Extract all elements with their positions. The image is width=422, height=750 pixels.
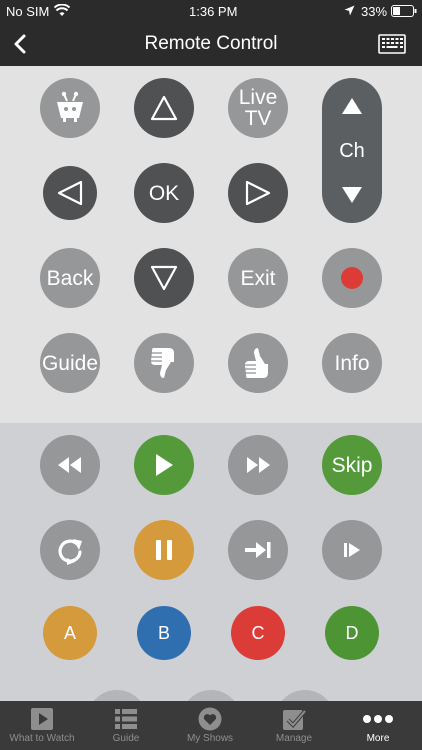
- advance-icon: [245, 542, 271, 558]
- live-tv-button[interactable]: Live TV: [228, 78, 288, 138]
- record-button[interactable]: [322, 248, 382, 308]
- guide-button[interactable]: Guide: [40, 333, 100, 393]
- slow-motion-button[interactable]: [322, 520, 382, 580]
- check-box-icon: [283, 709, 306, 730]
- tab-label: Manage: [275, 733, 313, 744]
- tab-label: My Shows: [186, 733, 234, 744]
- more-dots-icon: [363, 715, 393, 723]
- tab-bar: What to Watch Guide My Shows Manage More: [0, 701, 422, 750]
- tab-more[interactable]: More: [336, 701, 420, 750]
- status-bar: No SIM 1:36 PM 33%: [0, 0, 422, 22]
- tab-label: More: [366, 733, 390, 744]
- battery-percent: 33%: [361, 4, 388, 19]
- tab-guide[interactable]: Guide: [84, 701, 168, 750]
- ok-button[interactable]: OK: [134, 163, 194, 223]
- play-button[interactable]: [134, 435, 194, 495]
- fast-forward-button[interactable]: [228, 435, 288, 495]
- nav-header: Remote Control: [0, 22, 422, 66]
- advance-button[interactable]: [228, 520, 288, 580]
- heart-icon: [198, 707, 222, 731]
- tivo-home-button[interactable]: [40, 78, 100, 138]
- b-button[interactable]: B: [137, 606, 191, 660]
- page-title: Remote Control: [144, 33, 278, 54]
- tivo-icon: [57, 91, 83, 122]
- tab-label: Guide: [112, 733, 140, 744]
- clock: 1:36 PM: [189, 4, 238, 19]
- arrow-left-outline-icon: [57, 180, 83, 206]
- fast-forward-icon: [247, 457, 270, 473]
- replay-button[interactable]: [40, 520, 100, 580]
- left-button[interactable]: [43, 166, 97, 220]
- battery-icon: [391, 5, 417, 17]
- d-button[interactable]: D: [325, 606, 379, 660]
- pause-button[interactable]: [134, 520, 194, 580]
- pause-icon: [156, 540, 172, 560]
- channel-rocker: Ch: [322, 78, 382, 223]
- record-dot-icon: [341, 267, 363, 289]
- skip-button[interactable]: Skip: [322, 435, 382, 495]
- channel-up-icon[interactable]: [337, 92, 367, 122]
- thumbs-up-icon: [245, 348, 268, 378]
- tab-label: What to Watch: [9, 733, 75, 744]
- c-button[interactable]: C: [231, 606, 285, 660]
- thumbs-up-button[interactable]: [228, 333, 288, 393]
- keyboard-icon[interactable]: [378, 34, 406, 54]
- rewind-icon: [58, 457, 81, 473]
- right-button[interactable]: [228, 163, 288, 223]
- list-icon: [115, 709, 137, 729]
- tab-manage[interactable]: Manage: [252, 701, 336, 750]
- arrow-up-outline-icon: [150, 95, 178, 121]
- replay-icon: [58, 539, 82, 565]
- thumbs-down-icon: [151, 348, 174, 378]
- carrier-label: No SIM: [6, 4, 50, 19]
- info-button[interactable]: Info: [322, 333, 382, 393]
- tab-my-shows[interactable]: My Shows: [168, 701, 252, 750]
- wifi-icon: [54, 4, 70, 16]
- channel-down-icon[interactable]: [337, 179, 367, 209]
- channel-label: Ch: [339, 140, 365, 162]
- a-button[interactable]: A: [43, 606, 97, 660]
- play-square-icon: [31, 708, 53, 730]
- down-button[interactable]: [134, 248, 194, 308]
- arrow-down-outline-icon: [150, 265, 178, 291]
- play-icon: [156, 454, 173, 476]
- arrow-right-outline-icon: [245, 180, 271, 206]
- tab-what-to-watch[interactable]: What to Watch: [0, 701, 84, 750]
- location-arrow-icon: [344, 5, 355, 16]
- up-button[interactable]: [134, 78, 194, 138]
- rewind-button[interactable]: [40, 435, 100, 495]
- back-button[interactable]: Back: [40, 248, 100, 308]
- thumbs-down-button[interactable]: [134, 333, 194, 393]
- slow-play-icon: [344, 543, 360, 557]
- exit-button[interactable]: Exit: [228, 248, 288, 308]
